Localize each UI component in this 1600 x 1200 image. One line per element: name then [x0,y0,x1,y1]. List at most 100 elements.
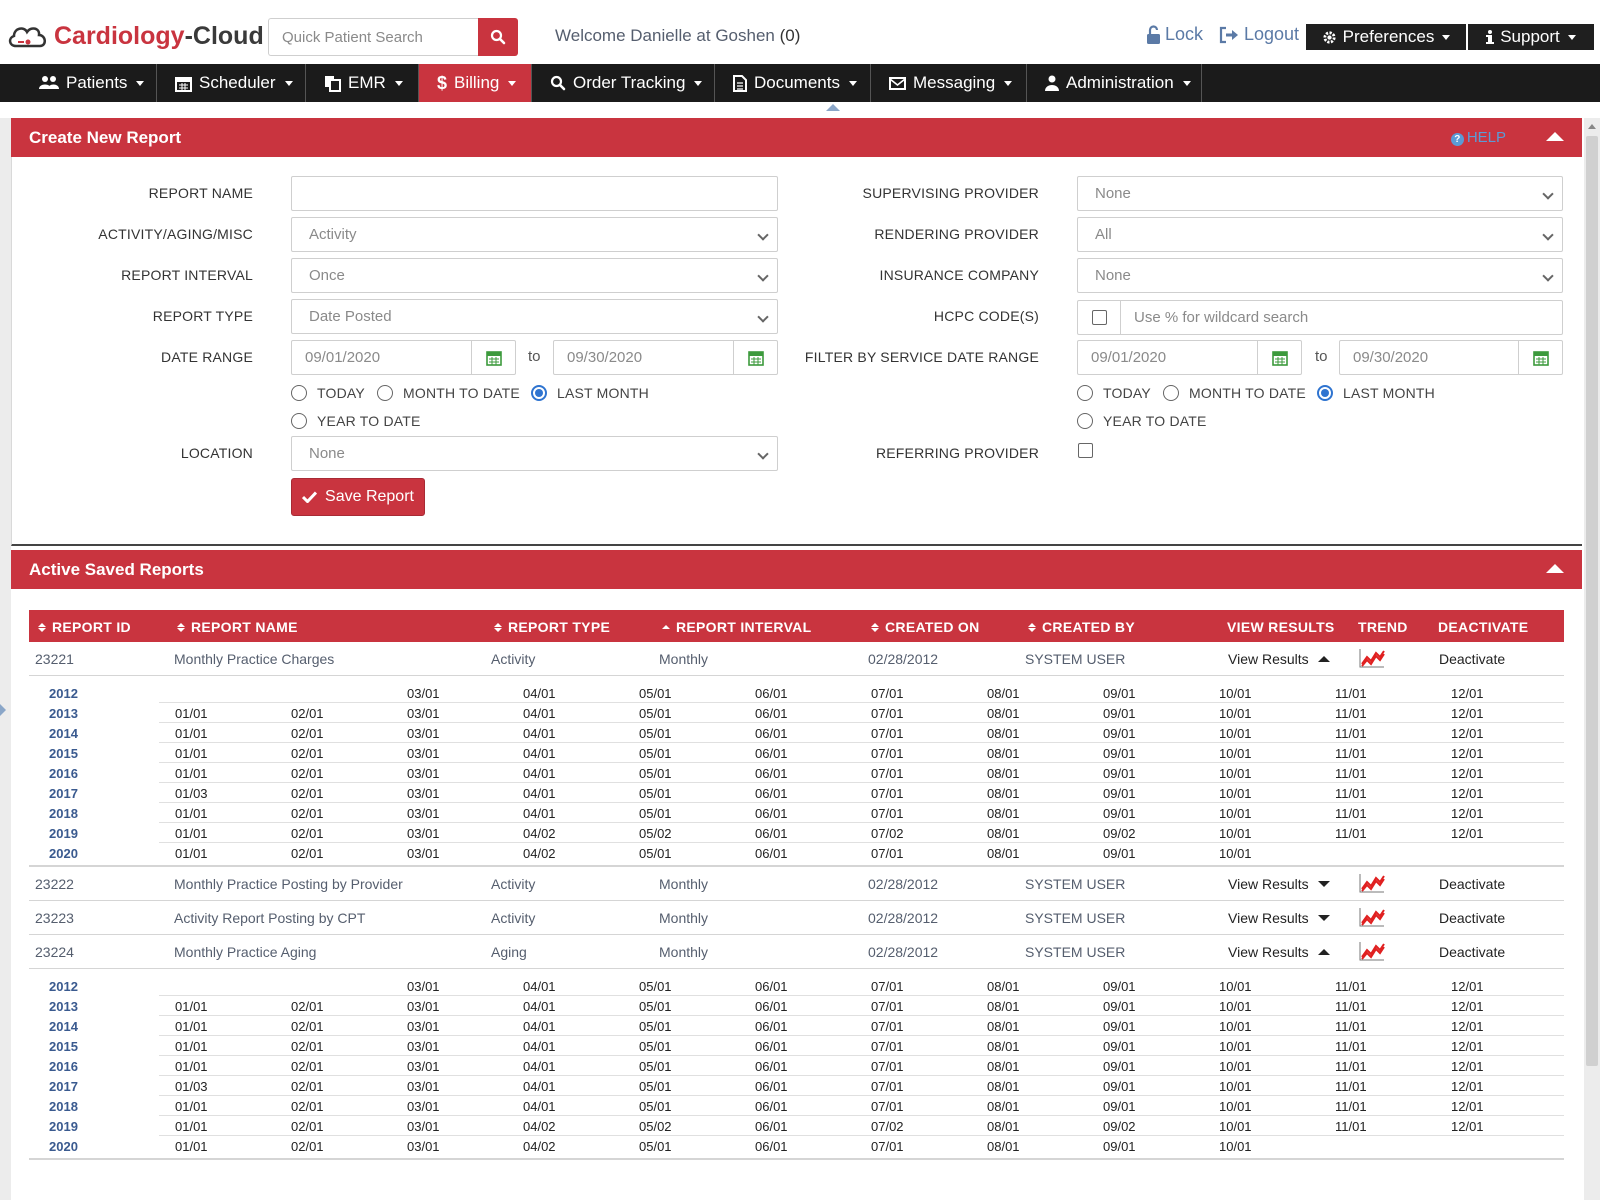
result-date-link[interactable]: 03/01 [407,786,440,801]
year-label[interactable]: 2013 [49,999,78,1014]
deactivate-link[interactable]: Deactivate [1439,651,1505,667]
radio-month-to-date[interactable]: MONTH TO DATE [377,385,520,401]
result-date-link[interactable]: 05/01 [639,1139,672,1154]
result-date-link[interactable]: 06/01 [755,846,788,861]
result-date-link[interactable]: 10/01 [1219,846,1252,861]
preferences-button[interactable]: Preferences [1306,24,1466,50]
trend-button[interactable] [1359,873,1385,896]
date-from-field[interactable]: 09/01/2020 [291,340,516,375]
service-date-from-field[interactable]: 09/01/2020 [1077,340,1302,375]
year-label[interactable]: 2014 [49,726,78,741]
referring-provider-checkbox[interactable] [1078,443,1093,458]
hcpc-codes-input[interactable]: Use % for wildcard search [1121,301,1562,334]
result-date-link[interactable]: 08/01 [987,746,1020,761]
result-date-link[interactable]: 02/01 [291,706,324,721]
save-report-button[interactable]: Save Report [291,478,425,516]
result-date-link[interactable]: 02/01 [291,1099,324,1114]
result-date-link[interactable]: 03/01 [407,726,440,741]
result-date-link[interactable]: 05/01 [639,766,672,781]
report-name-field[interactable] [291,176,778,211]
support-button[interactable]: Support [1468,24,1594,50]
result-date-link[interactable]: 08/01 [987,806,1020,821]
result-date-link[interactable]: 03/01 [407,1019,440,1034]
result-date-link[interactable]: 07/02 [871,826,904,841]
result-date-link[interactable]: 07/01 [871,786,904,801]
result-date-link[interactable]: 01/01 [175,1139,208,1154]
result-date-link[interactable]: 09/01 [1103,846,1136,861]
result-date-link[interactable]: 07/01 [871,686,904,701]
col-report-id[interactable]: REPORT ID [38,619,131,635]
nav-item-documents[interactable]: Documents [715,64,871,102]
result-date-link[interactable]: 07/01 [871,1139,904,1154]
result-date-link[interactable]: 09/01 [1103,999,1136,1014]
radio-circle[interactable] [1077,413,1093,429]
result-date-link[interactable]: 08/01 [987,1139,1020,1154]
result-date-link[interactable]: 12/01 [1451,1099,1484,1114]
result-date-link[interactable]: 10/01 [1219,1039,1252,1054]
result-date-link[interactable]: 07/01 [871,726,904,741]
year-label[interactable]: 2015 [49,1039,78,1054]
result-date-link[interactable]: 06/01 [755,1079,788,1094]
result-date-link[interactable]: 05/01 [639,786,672,801]
result-date-link[interactable]: 06/01 [755,1139,788,1154]
result-date-link[interactable]: 02/01 [291,1119,324,1134]
report-name[interactable]: Monthly Practice Posting by Provider [174,876,403,892]
result-date-link[interactable]: 05/01 [639,979,672,994]
result-date-link[interactable]: 04/01 [523,686,556,701]
result-date-link[interactable]: 09/01 [1103,1099,1136,1114]
result-date-link[interactable]: 09/02 [1103,826,1136,841]
result-date-link[interactable]: 08/01 [987,766,1020,781]
result-date-link[interactable]: 04/02 [523,1139,556,1154]
radio-circle-selected[interactable] [531,385,547,401]
nav-item-patients[interactable]: Patients [0,64,157,102]
service-date-to-field[interactable]: 09/30/2020 [1339,340,1563,375]
deactivate-link[interactable]: Deactivate [1439,876,1505,892]
result-date-link[interactable]: 08/01 [987,999,1020,1014]
report-name-input[interactable] [309,185,760,202]
result-date-link[interactable]: 06/01 [755,979,788,994]
year-label[interactable]: 2019 [49,826,78,841]
result-date-link[interactable]: 03/01 [407,826,440,841]
result-date-link[interactable]: 09/01 [1103,1059,1136,1074]
result-date-link[interactable]: 05/01 [639,1079,672,1094]
result-date-link[interactable]: 12/01 [1451,786,1484,801]
result-date-link[interactable]: 01/01 [175,806,208,821]
result-date-link[interactable]: 09/01 [1103,746,1136,761]
result-date-link[interactable]: 11/01 [1335,746,1367,761]
result-date-link[interactable]: 08/01 [987,1019,1020,1034]
result-date-link[interactable]: 10/01 [1219,999,1252,1014]
result-date-link[interactable]: 04/01 [523,1079,556,1094]
result-date-link[interactable]: 04/01 [523,786,556,801]
notification-count[interactable]: (0) [780,26,801,45]
supervising-provider-select[interactable]: None [1077,176,1563,211]
year-label[interactable]: 2013 [49,706,78,721]
result-date-link[interactable]: 10/01 [1219,706,1252,721]
result-date-link[interactable]: 03/01 [407,806,440,821]
result-date-link[interactable]: 02/01 [291,1019,324,1034]
service-radio-today[interactable]: TODAY [1077,385,1151,401]
expand-sidebar-icon[interactable] [0,704,6,716]
result-date-link[interactable]: 04/02 [523,826,556,841]
result-date-link[interactable]: 11/01 [1335,1039,1367,1054]
result-date-link[interactable]: 03/01 [407,979,440,994]
result-date-link[interactable]: 12/01 [1451,1039,1484,1054]
result-date-link[interactable]: 03/01 [407,1059,440,1074]
nav-item-order-tracking[interactable]: Order Tracking [532,64,715,102]
result-date-link[interactable]: 12/01 [1451,726,1484,741]
quick-patient-search-input[interactable] [268,18,478,56]
result-date-link[interactable]: 05/02 [639,1119,672,1134]
result-date-link[interactable]: 02/01 [291,826,324,841]
result-date-link[interactable]: 06/01 [755,766,788,781]
result-date-link[interactable]: 12/01 [1451,746,1484,761]
result-date-link[interactable]: 09/01 [1103,979,1136,994]
result-date-link[interactable]: 10/01 [1219,786,1252,801]
result-date-link[interactable]: 12/01 [1451,999,1484,1014]
radio-today[interactable]: TODAY [291,385,365,401]
deactivate-link[interactable]: Deactivate [1439,944,1505,960]
radio-circle[interactable] [291,385,307,401]
result-date-link[interactable]: 02/01 [291,726,324,741]
year-label[interactable]: 2019 [49,1119,78,1134]
result-date-link[interactable]: 01/01 [175,1059,208,1074]
result-date-link[interactable]: 04/01 [523,999,556,1014]
result-date-link[interactable]: 01/01 [175,726,208,741]
